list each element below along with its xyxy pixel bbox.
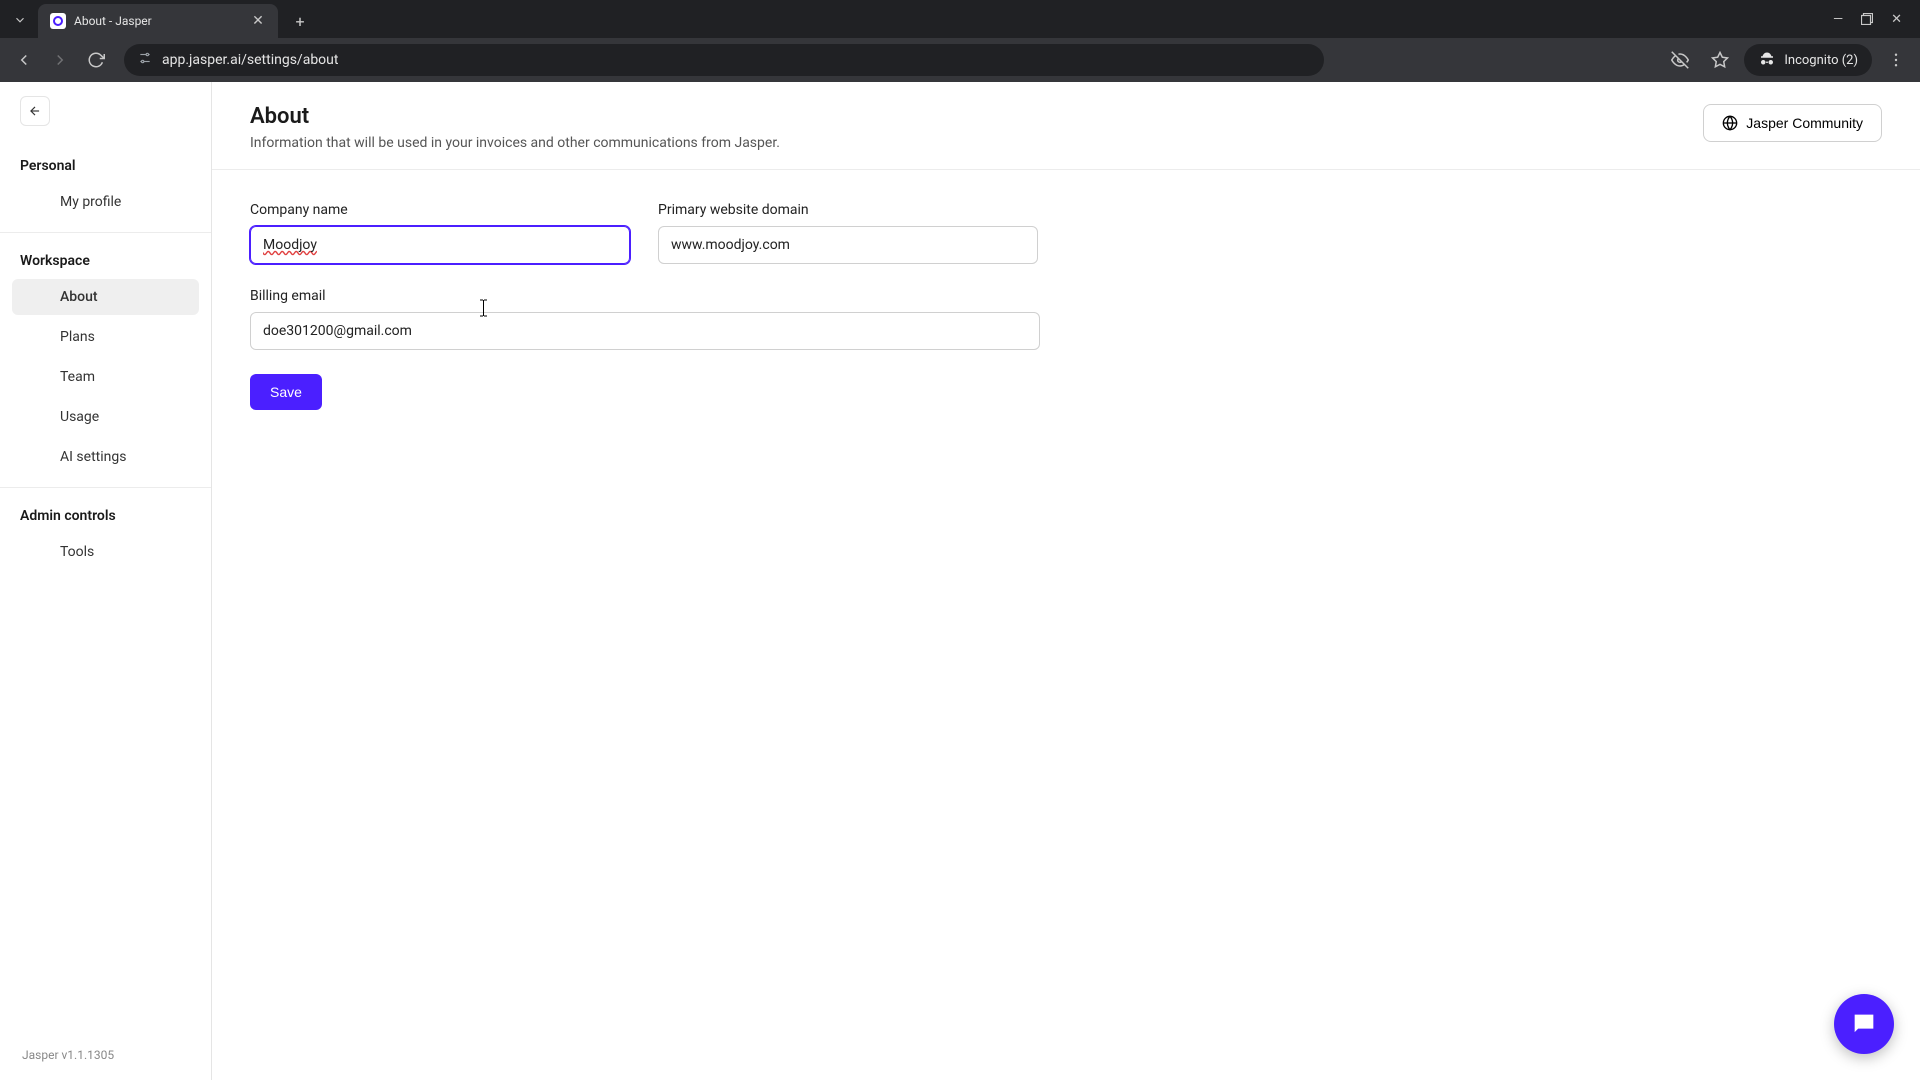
main-content: About Information that will be used in y…	[212, 82, 1920, 1080]
page-subtitle: Information that will be used in your in…	[250, 135, 780, 151]
tab-bar: About - Jasper ✕ + — ✕	[0, 0, 1920, 38]
billing-email-input[interactable]	[250, 312, 1040, 350]
browser-tab[interactable]: About - Jasper ✕	[38, 4, 278, 38]
tab-title: About - Jasper	[74, 14, 242, 28]
sidebar-item-my-profile[interactable]: My profile	[12, 184, 199, 220]
kebab-menu-icon[interactable]	[1880, 44, 1912, 76]
bookmark-star-icon[interactable]	[1704, 44, 1736, 76]
settings-sidebar: Personal My profile Workspace About Plan…	[0, 82, 212, 1080]
save-button[interactable]: Save	[250, 374, 322, 410]
sidebar-divider	[0, 232, 211, 233]
company-name-input[interactable]: Moodjoy	[250, 226, 630, 264]
sidebar-item-tools[interactable]: Tools	[12, 534, 199, 570]
company-name-label: Company name	[250, 202, 630, 218]
sidebar-item-about[interactable]: About	[12, 279, 199, 315]
sidebar-item-ai-settings[interactable]: AI settings	[12, 439, 199, 475]
section-workspace-label: Workspace	[0, 243, 211, 277]
browser-chrome: About - Jasper ✕ + — ✕ app.jasper.ai/set…	[0, 0, 1920, 82]
sidebar-back-button[interactable]	[20, 96, 50, 126]
sidebar-divider	[0, 487, 211, 488]
sidebar.item-team[interactable]: Team	[12, 359, 199, 395]
billing-email-label: Billing email	[250, 288, 1040, 304]
browser-toolbar: app.jasper.ai/settings/about Incognito (…	[0, 38, 1920, 82]
chat-launcher-button[interactable]	[1834, 994, 1894, 1054]
forward-button[interactable]	[44, 44, 76, 76]
eye-off-icon[interactable]	[1664, 44, 1696, 76]
address-bar[interactable]: app.jasper.ai/settings/about	[124, 44, 1324, 76]
back-button[interactable]	[8, 44, 40, 76]
minimize-icon[interactable]: —	[1833, 12, 1843, 27]
chat-icon	[1850, 1010, 1878, 1038]
jasper-community-button[interactable]: Jasper Community	[1703, 104, 1882, 142]
globe-icon	[1722, 115, 1738, 131]
window-controls: — ✕	[1833, 0, 1920, 38]
tab-close-icon[interactable]: ✕	[250, 13, 266, 29]
sidebar-item-plans[interactable]: Plans	[12, 319, 199, 355]
url-text: app.jasper.ai/settings/about	[162, 52, 1310, 68]
company-name-value: Moodjoy	[263, 237, 317, 253]
section-personal-label: Personal	[0, 148, 211, 182]
page-title: About	[250, 104, 780, 129]
tab-favicon	[50, 13, 66, 29]
page-header: About Information that will be used in y…	[212, 82, 1920, 170]
app-root: Personal My profile Workspace About Plan…	[0, 82, 1920, 1080]
close-window-icon[interactable]: ✕	[1891, 12, 1902, 27]
tab-search-dropdown[interactable]	[6, 6, 34, 34]
about-form: Company name Moodjoy Primary website dom…	[212, 170, 1920, 442]
community-button-label: Jasper Community	[1746, 115, 1863, 131]
incognito-badge[interactable]: Incognito (2)	[1744, 44, 1872, 76]
incognito-label: Incognito (2)	[1784, 53, 1858, 68]
reload-button[interactable]	[80, 44, 112, 76]
site-settings-icon[interactable]	[138, 51, 152, 69]
maximize-icon[interactable]	[1861, 13, 1873, 25]
section-admin-label: Admin controls	[0, 498, 211, 532]
sidebar-version: Jasper v1.1.1305	[0, 1030, 211, 1080]
sidebar-item-usage[interactable]: Usage	[12, 399, 199, 435]
new-tab-button[interactable]: +	[286, 7, 314, 35]
primary-domain-input[interactable]	[658, 226, 1038, 264]
primary-domain-label: Primary website domain	[658, 202, 1038, 218]
